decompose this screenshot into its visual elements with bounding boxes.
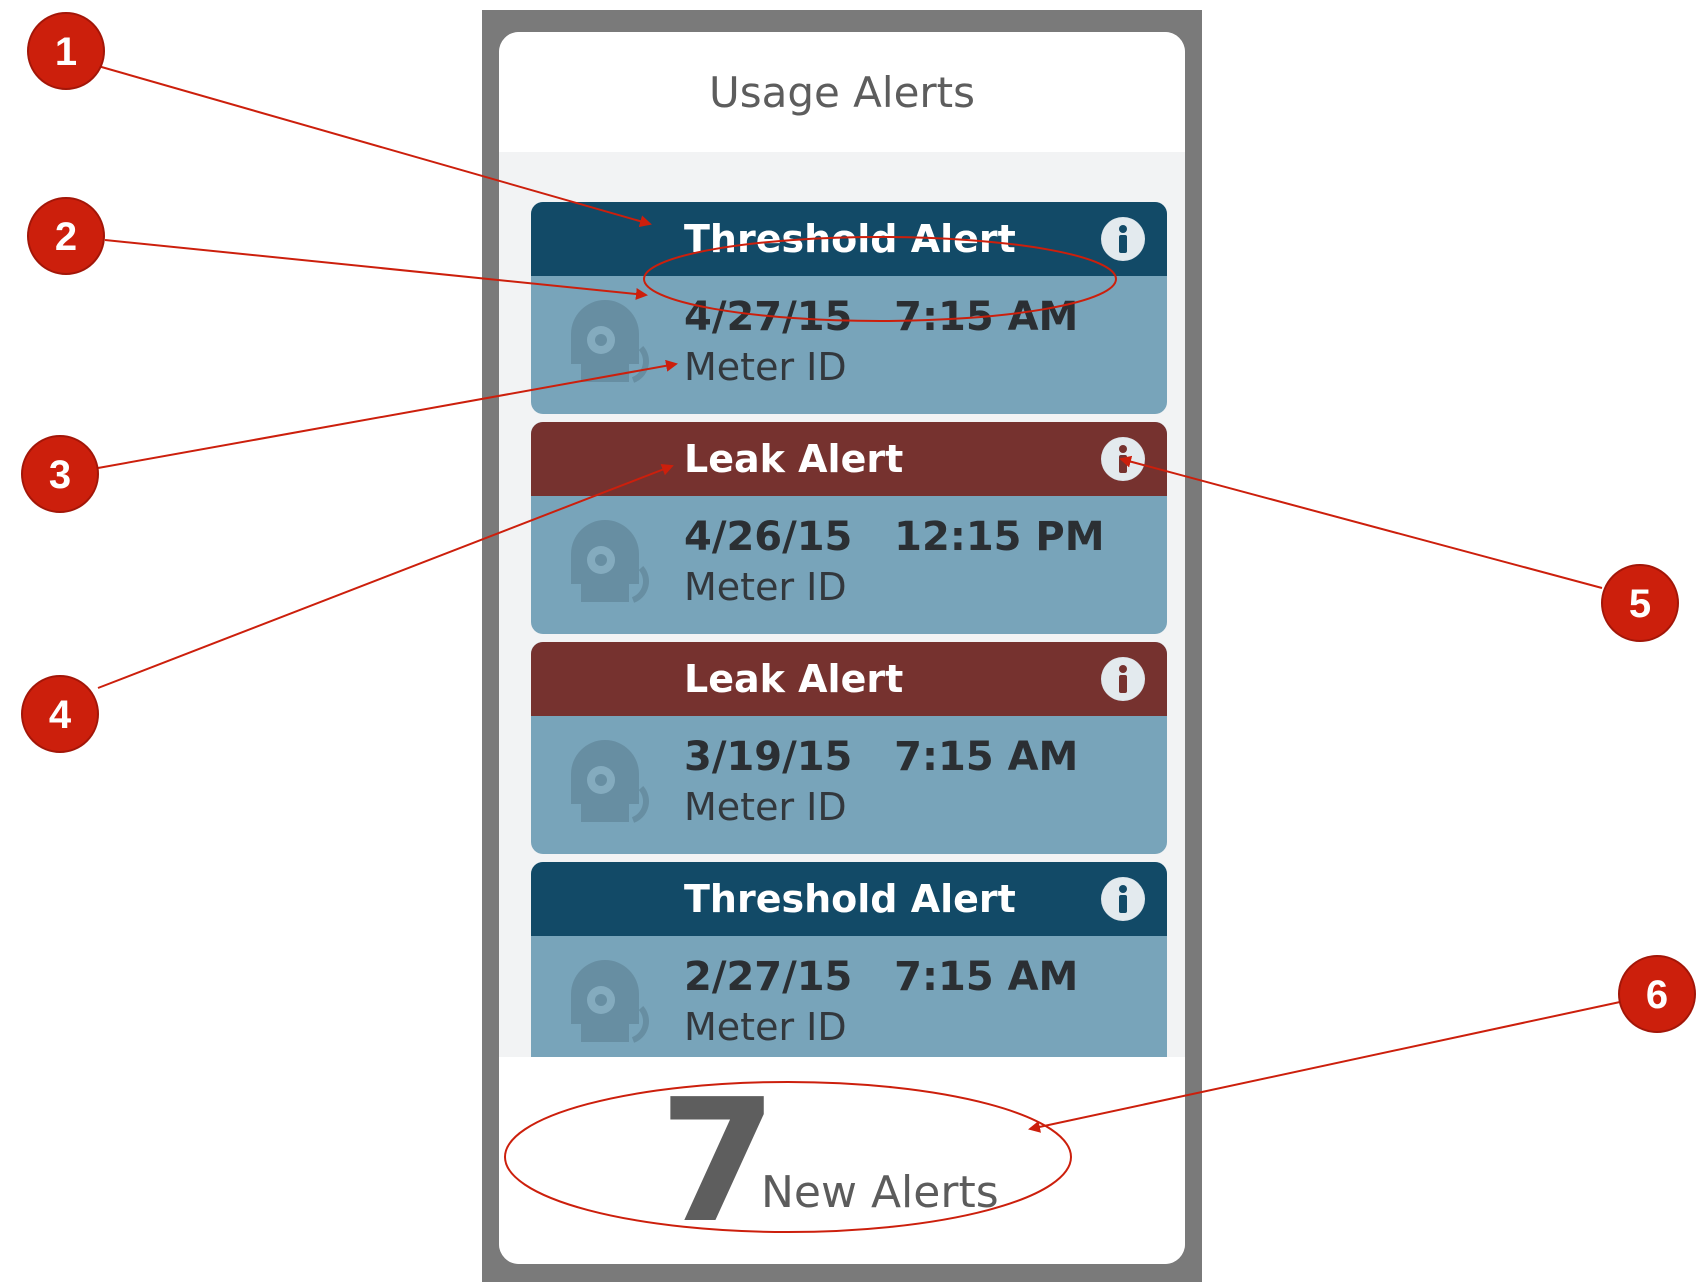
bell-icon [561, 514, 661, 618]
alert-type-label: Leak Alert [684, 657, 904, 701]
alert-date: 4/26/15 12:15 PM [684, 514, 1105, 560]
alert-type-label: Threshold Alert [684, 217, 1016, 261]
svg-text:5: 5 [1629, 582, 1651, 626]
alert-header: Leak Alert [531, 422, 1167, 496]
annotation-badge-6: 6 [1618, 955, 1696, 1033]
info-icon[interactable] [1101, 877, 1145, 921]
svg-text:3: 3 [49, 453, 71, 497]
alert-date: 4/27/15 7:15 AM [684, 294, 1079, 340]
new-alerts-label: New Alerts [761, 1167, 999, 1218]
alert-header: Threshold Alert [531, 862, 1167, 936]
alert-type-label: Threshold Alert [684, 877, 1016, 921]
bell-icon [561, 734, 661, 838]
usage-alerts-screen: Usage Alerts Threshold Alert 4/27/15 7:1… [499, 32, 1185, 1264]
alert-card[interactable]: Leak Alert 3/19/15 7:15 AM Meter ID [531, 642, 1167, 854]
alert-date: 3/19/15 7:15 AM [684, 734, 1079, 780]
alert-card[interactable]: Threshold Alert 4/27/15 7:15 AM Meter ID [531, 202, 1167, 414]
page-title: Usage Alerts [499, 32, 1185, 152]
meter-id: Meter ID [684, 565, 847, 609]
info-icon[interactable] [1101, 657, 1145, 701]
meter-id: Meter ID [684, 345, 847, 389]
annotation-badge-5: 5 [1601, 564, 1679, 642]
info-icon[interactable] [1101, 217, 1145, 261]
annotation-badge-2: 2 [27, 197, 105, 275]
alerts-list[interactable]: Threshold Alert 4/27/15 7:15 AM Meter ID… [499, 152, 1185, 1057]
alert-header: Leak Alert [531, 642, 1167, 716]
new-alerts-summary[interactable]: 7 New Alerts [499, 1057, 1185, 1264]
svg-text:2: 2 [55, 215, 77, 259]
annotation-badge-3: 3 [21, 435, 99, 513]
meter-id: Meter ID [684, 1005, 847, 1049]
bell-icon [561, 954, 661, 1057]
alert-header: Threshold Alert [531, 202, 1167, 276]
bell-icon [561, 294, 661, 398]
svg-text:1: 1 [55, 30, 77, 74]
alert-card[interactable]: Leak Alert 4/26/15 12:15 PM Meter ID [531, 422, 1167, 634]
alert-type-label: Leak Alert [684, 437, 904, 481]
svg-text:6: 6 [1646, 973, 1668, 1017]
new-alerts-count: 7 [659, 1063, 778, 1261]
meter-id: Meter ID [684, 785, 847, 829]
info-icon[interactable] [1101, 437, 1145, 481]
annotation-badge-1: 1 [27, 12, 105, 90]
annotation-badge-4: 4 [21, 675, 99, 753]
svg-text:4: 4 [49, 693, 72, 737]
alert-date: 2/27/15 7:15 AM [684, 954, 1079, 1000]
alert-card[interactable]: Threshold Alert 2/27/15 7:15 AM Meter ID [531, 862, 1167, 1057]
phone-frame: Usage Alerts Threshold Alert 4/27/15 7:1… [482, 10, 1202, 1282]
